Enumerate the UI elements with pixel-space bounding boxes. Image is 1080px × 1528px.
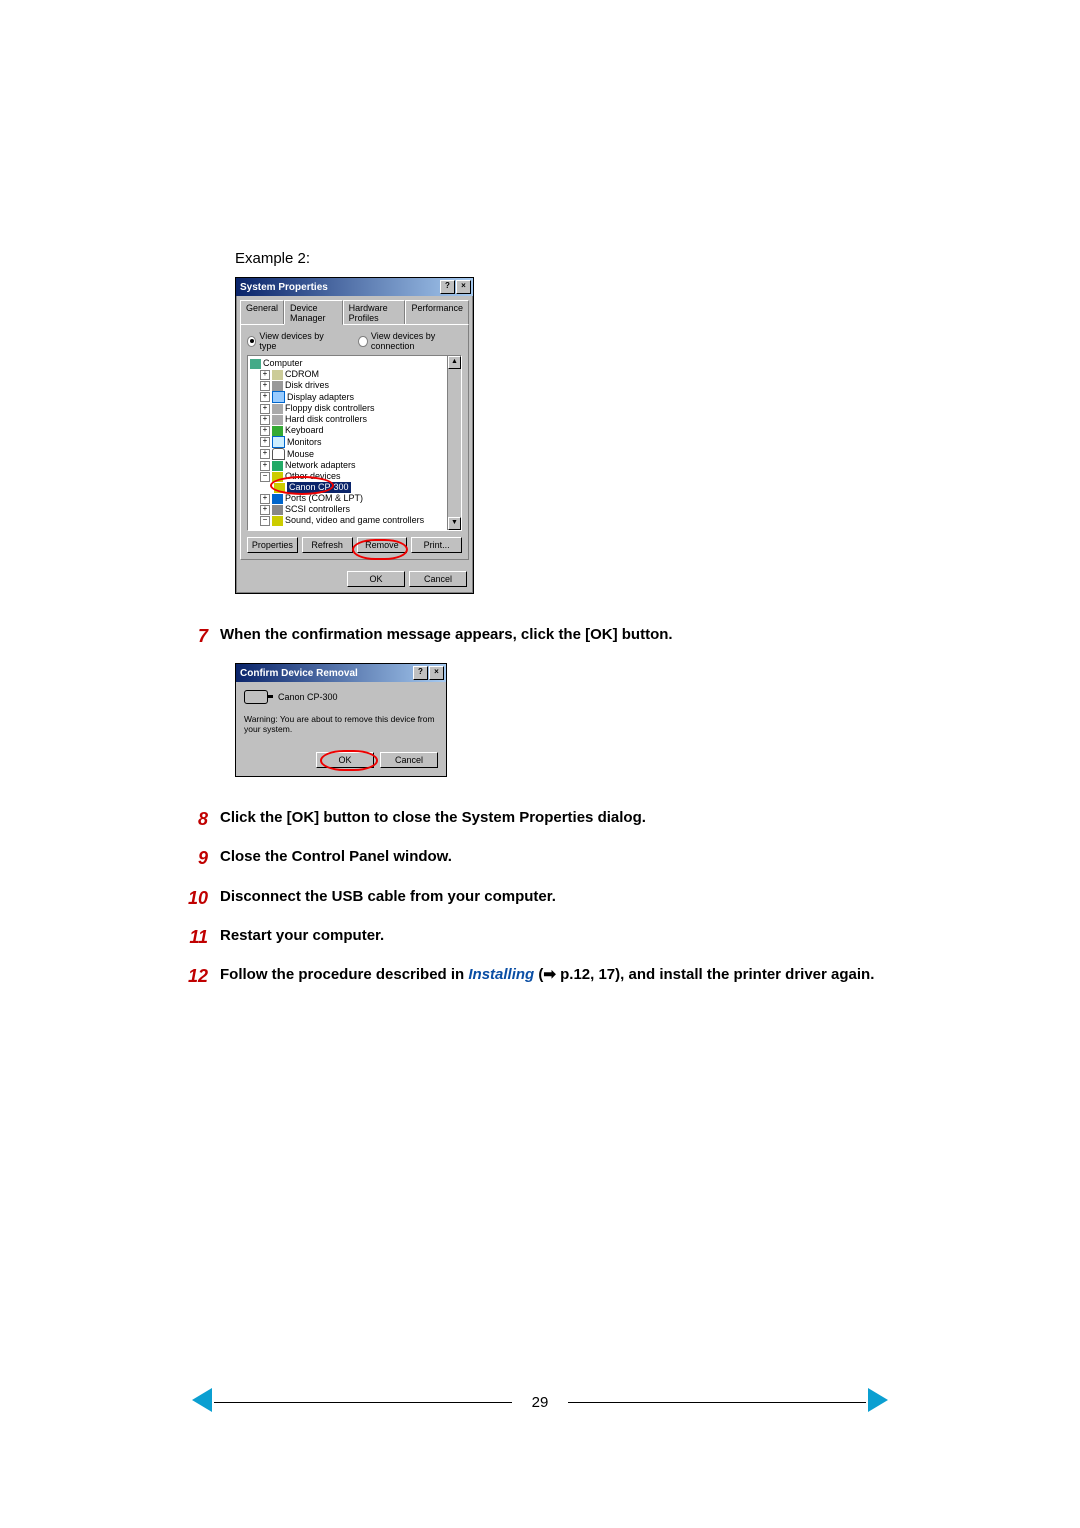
radio-by-connection[interactable]: View devices by connection — [358, 331, 462, 351]
step-7-text: When the confirmation message appears, c… — [220, 624, 910, 649]
expand-icon[interactable]: + — [260, 404, 270, 414]
titlebar: Confirm Device Removal ? × — [236, 664, 446, 682]
mouse-icon — [272, 448, 285, 460]
floppy-icon — [272, 404, 283, 414]
step-9-text: Close the Control Panel window. — [220, 846, 910, 871]
expand-icon[interactable]: + — [260, 426, 270, 436]
step-11-text: Restart your computer. — [220, 925, 910, 950]
step-12b: (➡ p.12, 17), and install the printer dr… — [534, 966, 874, 983]
confirm-device-removal-window: Confirm Device Removal ? × Canon CP-300 … — [235, 663, 447, 777]
help-icon[interactable]: ? — [413, 666, 428, 680]
radio-by-type-label: View devices by type — [259, 331, 328, 351]
disk-icon — [272, 381, 283, 391]
radio-by-type[interactable]: View devices by type — [247, 331, 328, 351]
step-8-text: Click the [OK] button to close the Syste… — [220, 807, 910, 832]
print-button[interactable]: Print... — [411, 537, 462, 553]
tree-scsi[interactable]: SCSI controllers — [285, 504, 350, 515]
harddisk-icon — [272, 415, 283, 425]
ports-icon — [272, 494, 283, 504]
scrollbar[interactable]: ▲ ▼ — [447, 356, 461, 530]
page-number: 29 — [512, 1394, 569, 1411]
footer-rule — [214, 1402, 512, 1403]
device-tree[interactable]: Computer + CDROM + Disk drives + Display ad… — [247, 355, 462, 531]
tree-computer: Computer — [263, 358, 303, 369]
warning-text: Warning: You are about to remove this de… — [244, 714, 438, 734]
close-icon[interactable]: × — [456, 280, 471, 294]
tree-cdrom[interactable]: CDROM — [285, 369, 319, 380]
next-page-arrow[interactable] — [866, 1386, 890, 1418]
expand-icon[interactable]: + — [260, 370, 270, 380]
keyboard-icon — [272, 426, 283, 436]
collapse-icon[interactable]: − — [260, 516, 270, 526]
ok-button[interactable]: OK — [347, 571, 405, 587]
expand-icon[interactable]: + — [260, 437, 270, 447]
cdrom-icon — [272, 370, 283, 380]
cancel-button[interactable]: Cancel — [409, 571, 467, 587]
close-icon[interactable]: × — [429, 666, 444, 680]
footer-rule — [568, 1402, 866, 1403]
step-number-9: 9 — [170, 846, 220, 871]
scroll-up-icon[interactable]: ▲ — [448, 356, 461, 369]
computer-icon — [250, 359, 261, 369]
tree-sound[interactable]: Sound, video and game controllers — [285, 515, 424, 526]
tabs: General Device Manager Hardware Profiles… — [236, 296, 473, 325]
tree-floppy[interactable]: Floppy disk controllers — [285, 403, 375, 414]
step-12-text: Follow the procedure described in Instal… — [220, 964, 910, 989]
tab-performance[interactable]: Performance — [405, 300, 469, 325]
expand-icon[interactable]: + — [260, 505, 270, 515]
step-12a: Follow the procedure described in — [220, 966, 468, 983]
display-icon — [272, 391, 285, 403]
window-title: System Properties — [240, 282, 328, 293]
step-number-11: 11 — [170, 925, 220, 950]
expand-icon[interactable]: + — [260, 449, 270, 459]
tree-monitors[interactable]: Monitors — [287, 437, 322, 448]
help-icon[interactable]: ? — [440, 280, 455, 294]
expand-icon[interactable]: + — [260, 381, 270, 391]
tab-device-manager[interactable]: Device Manager — [284, 300, 343, 325]
properties-button[interactable]: Properties — [247, 537, 298, 553]
device-name: Canon CP-300 — [278, 692, 338, 702]
expand-icon[interactable]: + — [260, 494, 270, 504]
monitor-icon — [272, 436, 285, 448]
network-icon — [272, 461, 283, 471]
expand-icon[interactable]: + — [260, 461, 270, 471]
prev-page-arrow[interactable] — [190, 1386, 214, 1418]
system-properties-window: System Properties ? × General Device Man… — [235, 277, 474, 594]
expand-icon[interactable]: + — [260, 415, 270, 425]
collapse-icon[interactable]: − — [260, 472, 270, 482]
titlebar: System Properties ? × — [236, 278, 473, 296]
usb-device-icon — [244, 690, 268, 704]
tab-hardware-profiles[interactable]: Hardware Profiles — [343, 300, 406, 325]
step-number-10: 10 — [170, 886, 220, 911]
tree-disk[interactable]: Disk drives — [285, 380, 329, 391]
radio-by-connection-label: View devices by connection — [371, 331, 462, 351]
tab-general[interactable]: General — [240, 300, 284, 325]
tree-hdc[interactable]: Hard disk controllers — [285, 414, 367, 425]
step-number-8: 8 — [170, 807, 220, 832]
red-circle-highlight — [270, 476, 334, 495]
scroll-down-icon[interactable]: ▼ — [448, 517, 461, 530]
step-number-7: 7 — [170, 624, 220, 649]
step-10-text: Disconnect the USB cable from your compu… — [220, 886, 910, 911]
example-label: Example 2: — [235, 250, 910, 267]
refresh-button[interactable]: Refresh — [302, 537, 353, 553]
tree-mouse[interactable]: Mouse — [287, 449, 314, 460]
ok-button[interactable]: OK — [316, 752, 374, 768]
sound-icon — [272, 516, 283, 526]
scsi-icon — [272, 505, 283, 515]
tree-network[interactable]: Network adapters — [285, 460, 356, 471]
tree-display[interactable]: Display adapters — [287, 392, 354, 403]
installing-link[interactable]: Installing — [468, 966, 534, 983]
remove-button[interactable]: Remove — [357, 537, 408, 553]
tree-keyboard[interactable]: Keyboard — [285, 425, 324, 436]
dialog-title: Confirm Device Removal — [240, 668, 358, 679]
expand-icon[interactable]: + — [260, 392, 270, 402]
cancel-button[interactable]: Cancel — [380, 752, 438, 768]
step-number-12: 12 — [170, 964, 220, 989]
